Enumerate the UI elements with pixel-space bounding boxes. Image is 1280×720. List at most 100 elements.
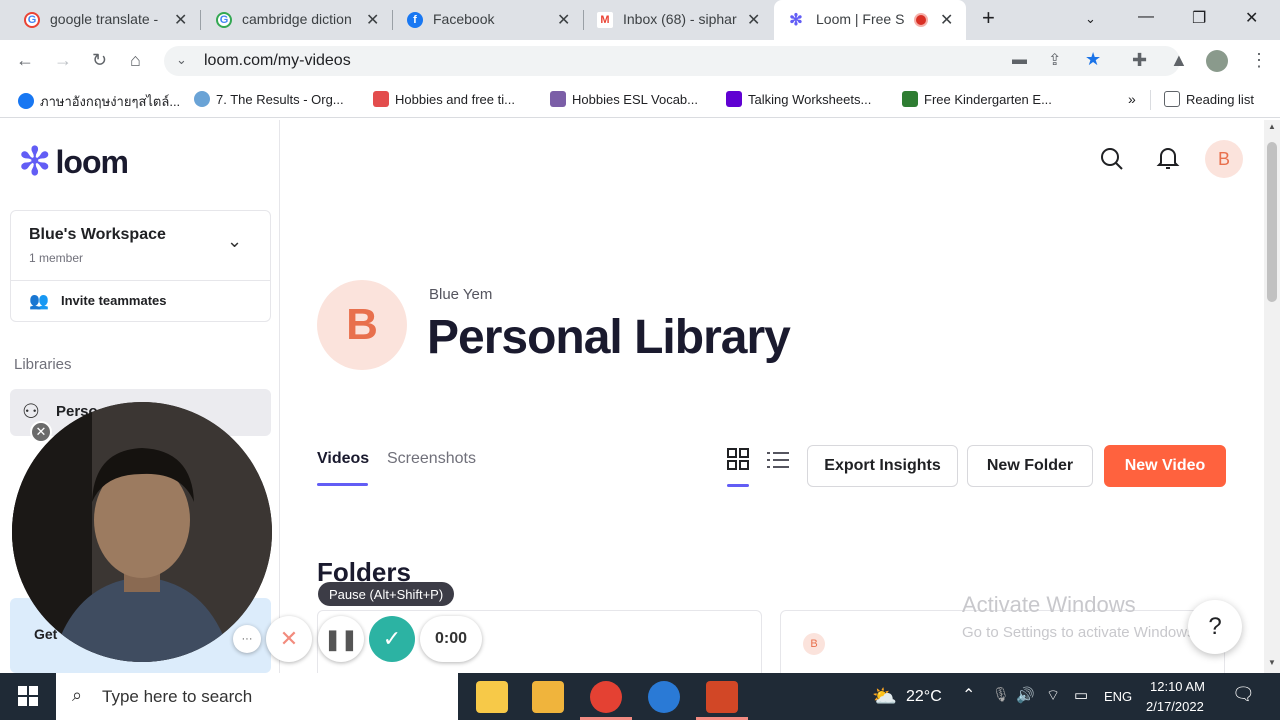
tab-title: Inbox (68) - siphar <box>623 11 737 27</box>
finish-recording-button[interactable]: ✓ <box>369 616 415 662</box>
pause-tooltip: Pause (Alt+Shift+P) <box>318 582 455 606</box>
clock-date[interactable]: 2/17/2022 <box>1146 699 1204 714</box>
scroll-down-icon[interactable]: ▼ <box>1268 658 1276 667</box>
scroll-up-icon[interactable]: ▲ <box>1268 122 1276 131</box>
page-scrollbar[interactable]: ▲ ▼ <box>1264 120 1280 673</box>
loom-logo[interactable]: ✻ loom <box>18 142 129 182</box>
close-icon[interactable]: ✕ <box>940 10 953 30</box>
tab-videos[interactable]: Videos <box>317 450 369 468</box>
powerpoint-icon[interactable] <box>706 681 738 713</box>
weather-icon[interactable]: ⛅ <box>872 684 897 709</box>
export-insights-button[interactable]: Export Insights <box>807 445 958 487</box>
reading-list-label: Reading list <box>1186 92 1254 107</box>
bookmark-label: ภาษาอังกฤษง่ายๆสไตล์... <box>40 94 181 109</box>
close-webcam-icon[interactable]: ✕ <box>30 421 52 443</box>
more-bookmarks-icon[interactable]: » <box>1128 91 1136 107</box>
tab-cambridge[interactable]: G cambridge diction ✕ <box>192 0 392 40</box>
bookmark-item[interactable]: Free Kindergarten E... <box>902 91 1052 107</box>
bookmark-item[interactable]: 7. The Results - Org... <box>194 91 344 107</box>
extensions-icon[interactable]: ✚ <box>1132 50 1147 71</box>
cloud-icon <box>194 91 210 107</box>
site-info-icon[interactable]: ⌄ <box>176 52 187 68</box>
recording-indicator-icon <box>914 13 928 27</box>
volume-icon[interactable]: 🔊 <box>1016 686 1035 704</box>
chrome-icon[interactable] <box>590 681 622 713</box>
pause-recording-button[interactable]: ❚❚ <box>318 616 364 662</box>
windows-watermark: Activate Windows Go to Settings to activ… <box>962 592 1199 641</box>
labs-icon[interactable]: ▲ <box>1170 50 1188 71</box>
reading-list-button[interactable]: Reading list <box>1164 91 1254 107</box>
windows-start-icon[interactable] <box>18 686 38 706</box>
checkmark-icon: ✓ <box>382 626 402 651</box>
close-icon[interactable]: ✕ <box>366 10 379 30</box>
tab-search-icon[interactable]: ⌄ <box>1085 11 1096 27</box>
tab-title: Loom | Free Sc <box>816 11 904 27</box>
share-icon[interactable]: ⇪ <box>1048 50 1061 70</box>
taskbar-search-box[interactable]: ⌕ Type here to search <box>56 673 458 720</box>
tab-gmail[interactable]: M Inbox (68) - siphar ✕ <box>573 0 773 40</box>
file-explorer-icon[interactable] <box>532 681 564 713</box>
loom-icon: ✻ <box>789 12 803 29</box>
forward-icon[interactable]: → <box>54 50 72 71</box>
close-icon: ✕ <box>279 626 299 651</box>
tab-facebook[interactable]: f Facebook ✕ <box>383 0 583 40</box>
sticky-notes-icon[interactable] <box>476 681 508 713</box>
workspace-switcher[interactable]: Blue's Workspace 1 member ⌄ <box>11 211 270 281</box>
bookmark-item[interactable]: Hobbies and free ti... <box>373 91 515 107</box>
invite-teammates-button[interactable]: 👥 Invite teammates <box>11 281 270 321</box>
bookmark-label: Free Kindergarten E... <box>924 92 1052 107</box>
omnibox[interactable]: ⌄ loom.com/my-videos ▬ ⇪ ★ <box>164 46 1180 76</box>
url-text[interactable]: loom.com/my-videos <box>204 52 351 70</box>
profile-avatar[interactable] <box>1206 50 1228 72</box>
yahoo-icon <box>726 91 742 107</box>
menu-kebab-icon[interactable]: ⋮ <box>1250 50 1268 71</box>
language-indicator[interactable]: ENG <box>1104 689 1132 704</box>
maximize-icon[interactable]: ❐ <box>1192 8 1206 28</box>
hidden-icons-chevron[interactable]: ⌃ <box>962 685 975 705</box>
bookmark-item[interactable]: ภาษาอังกฤษง่ายๆสไตล์... <box>18 91 180 112</box>
tab-screenshots[interactable]: Screenshots <box>387 450 476 468</box>
bookmark-item[interactable]: Hobbies ESL Vocab... <box>550 91 698 107</box>
camera-icon[interactable]: ▬ <box>1012 51 1027 68</box>
help-button[interactable]: ? <box>1188 600 1242 654</box>
person-icon: ⚇ <box>22 401 40 423</box>
windows-taskbar: ⌕ Type here to search ⛅ 22°C ⌃ 🎙 🔊 ⌔ ▭ E… <box>0 673 1280 720</box>
workspace-card: Blue's Workspace 1 member ⌄ 👥 Invite tea… <box>10 210 271 322</box>
recording-timer: 0:00 <box>420 616 482 662</box>
close-icon[interactable]: ✕ <box>747 10 760 30</box>
tab-google-translate[interactable]: G google translate - ✕ <box>0 0 200 40</box>
clock-time[interactable]: 12:10 AM <box>1150 679 1205 694</box>
reload-icon[interactable]: ↻ <box>92 50 107 71</box>
battery-icon[interactable]: ▭ <box>1074 686 1088 704</box>
tab-loom[interactable]: ✻ Loom | Free Sc ✕ <box>774 0 966 40</box>
pause-icon: ❚❚ <box>324 628 358 651</box>
scrollbar-thumb[interactable] <box>1267 142 1277 302</box>
home-icon[interactable]: ⌂ <box>130 50 141 71</box>
weather-temp[interactable]: 22°C <box>906 688 942 706</box>
search-icon[interactable] <box>1099 146 1125 172</box>
minimize-icon[interactable]: — <box>1138 8 1154 26</box>
cancel-recording-button[interactable]: ✕ <box>266 616 312 662</box>
edge-icon[interactable] <box>648 681 680 713</box>
new-folder-button[interactable]: New Folder <box>967 445 1093 487</box>
reading-list-icon <box>1164 91 1180 107</box>
new-video-button[interactable]: New Video <box>1104 445 1226 487</box>
new-tab-icon[interactable]: + <box>982 5 995 31</box>
grid-view-icon[interactable] <box>727 448 749 470</box>
bookmark-item[interactable]: Talking Worksheets... <box>726 91 871 107</box>
page-title: Personal Library <box>427 311 791 364</box>
close-icon[interactable]: ✕ <box>557 10 570 30</box>
webcam-bubble[interactable] <box>12 402 272 662</box>
tab-title: Facebook <box>433 11 495 27</box>
recorder-more-button[interactable]: ··· <box>233 625 261 653</box>
window-close-icon[interactable]: ✕ <box>1245 8 1258 28</box>
back-icon[interactable]: ← <box>16 50 34 71</box>
close-icon[interactable]: ✕ <box>174 10 187 30</box>
notification-center-icon[interactable]: 🗨 <box>1232 684 1255 705</box>
bookmark-star-icon[interactable]: ★ <box>1085 49 1101 70</box>
notifications-bell-icon[interactable] <box>1155 145 1181 171</box>
list-view-icon[interactable] <box>767 450 789 470</box>
microphone-icon[interactable]: 🎙 <box>992 686 1010 703</box>
wifi-icon[interactable]: ⌔ <box>1046 686 1060 705</box>
user-avatar[interactable]: B <box>1205 140 1243 178</box>
